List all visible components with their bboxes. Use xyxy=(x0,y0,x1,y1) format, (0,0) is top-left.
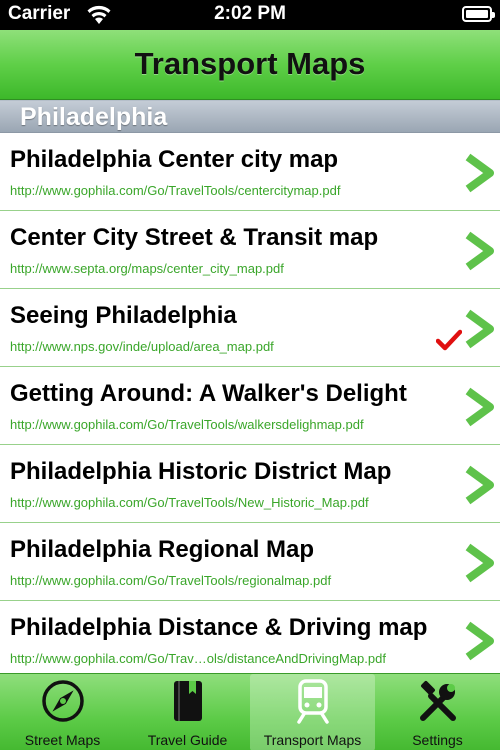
list-item-url: http://www.gophila.com/Go/TravelTools/ce… xyxy=(10,183,341,198)
chevron-right-icon[interactable] xyxy=(464,387,494,427)
list-item-title: Seeing Philadelphia xyxy=(10,302,237,329)
status-time: 2:02 PM xyxy=(214,3,286,24)
tab-bar: Street Maps Travel Guide Transport Maps … xyxy=(0,673,500,751)
list-item[interactable]: Getting Around: A Walker's Delight http:… xyxy=(0,367,500,445)
section-header: Philadelphia xyxy=(0,100,500,133)
list-item-url: http://www.gophila.com/Go/TravelTools/Ne… xyxy=(10,495,369,510)
list-item-url: http://www.septa.org/maps/center_city_ma… xyxy=(10,261,284,276)
tab-travel-guide[interactable]: Travel Guide xyxy=(125,674,250,751)
list-item[interactable]: Philadelphia Historic District Map http:… xyxy=(0,445,500,523)
list-item-title: Center City Street & Transit map xyxy=(10,224,379,251)
map-list: Philadelphia Center city map http://www.… xyxy=(0,133,500,673)
tab-settings[interactable]: Settings xyxy=(375,674,500,751)
checkmark-icon xyxy=(436,329,462,351)
chevron-right-icon[interactable] xyxy=(464,309,494,349)
list-item-url: http://www.gophila.com/Go/TravelTools/re… xyxy=(10,573,332,588)
train-icon xyxy=(297,679,329,724)
tab-label: Settings xyxy=(412,732,463,748)
tab-label: Street Maps xyxy=(24,732,101,748)
book-icon xyxy=(174,681,202,721)
chevron-right-icon[interactable] xyxy=(464,543,494,583)
list-item-title: Getting Around: A Walker's Delight xyxy=(10,380,407,407)
status-bar: Carrier 2:02 PM xyxy=(0,0,500,30)
tab-label: Transport Maps xyxy=(263,732,362,748)
compass-icon xyxy=(42,680,84,722)
list-item[interactable]: Philadelphia Regional Map http://www.gop… xyxy=(0,523,500,601)
tab-transport-maps[interactable]: Transport Maps xyxy=(250,674,375,751)
list-item[interactable]: Philadelphia Distance & Driving map http… xyxy=(0,601,500,673)
tools-icon xyxy=(420,681,456,721)
list-item-url: http://www.gophila.com/Go/TravelTools/wa… xyxy=(10,417,364,432)
tab-street-maps[interactable]: Street Maps xyxy=(0,674,125,751)
tab-label: Travel Guide xyxy=(147,732,228,748)
list-item-url: http://www.gophila.com/Go/Trav…ols/dista… xyxy=(10,651,386,666)
list-item[interactable]: Seeing Philadelphia http://www.nps.gov/i… xyxy=(0,289,500,367)
navigation-bar: Transport Maps xyxy=(0,30,500,100)
list-item-title: Philadelphia Historic District Map xyxy=(10,458,392,485)
section-title: Philadelphia xyxy=(20,103,168,131)
chevron-right-icon[interactable] xyxy=(464,465,494,505)
list-item-title: Philadelphia Center city map xyxy=(10,146,339,173)
chevron-right-icon[interactable] xyxy=(464,153,494,193)
page-title: Transport Maps xyxy=(134,46,366,81)
chevron-right-icon[interactable] xyxy=(464,621,494,661)
battery-icon xyxy=(462,6,495,22)
list-item-url: http://www.nps.gov/inde/upload/area_map.… xyxy=(10,339,274,354)
chevron-right-icon[interactable] xyxy=(464,231,494,271)
list-item-title: Philadelphia Regional Map xyxy=(10,536,315,563)
list-item[interactable]: Center City Street & Transit map http://… xyxy=(0,211,500,289)
list-item[interactable]: Philadelphia Center city map http://www.… xyxy=(0,133,500,211)
list-item-title: Philadelphia Distance & Driving map xyxy=(10,614,428,641)
